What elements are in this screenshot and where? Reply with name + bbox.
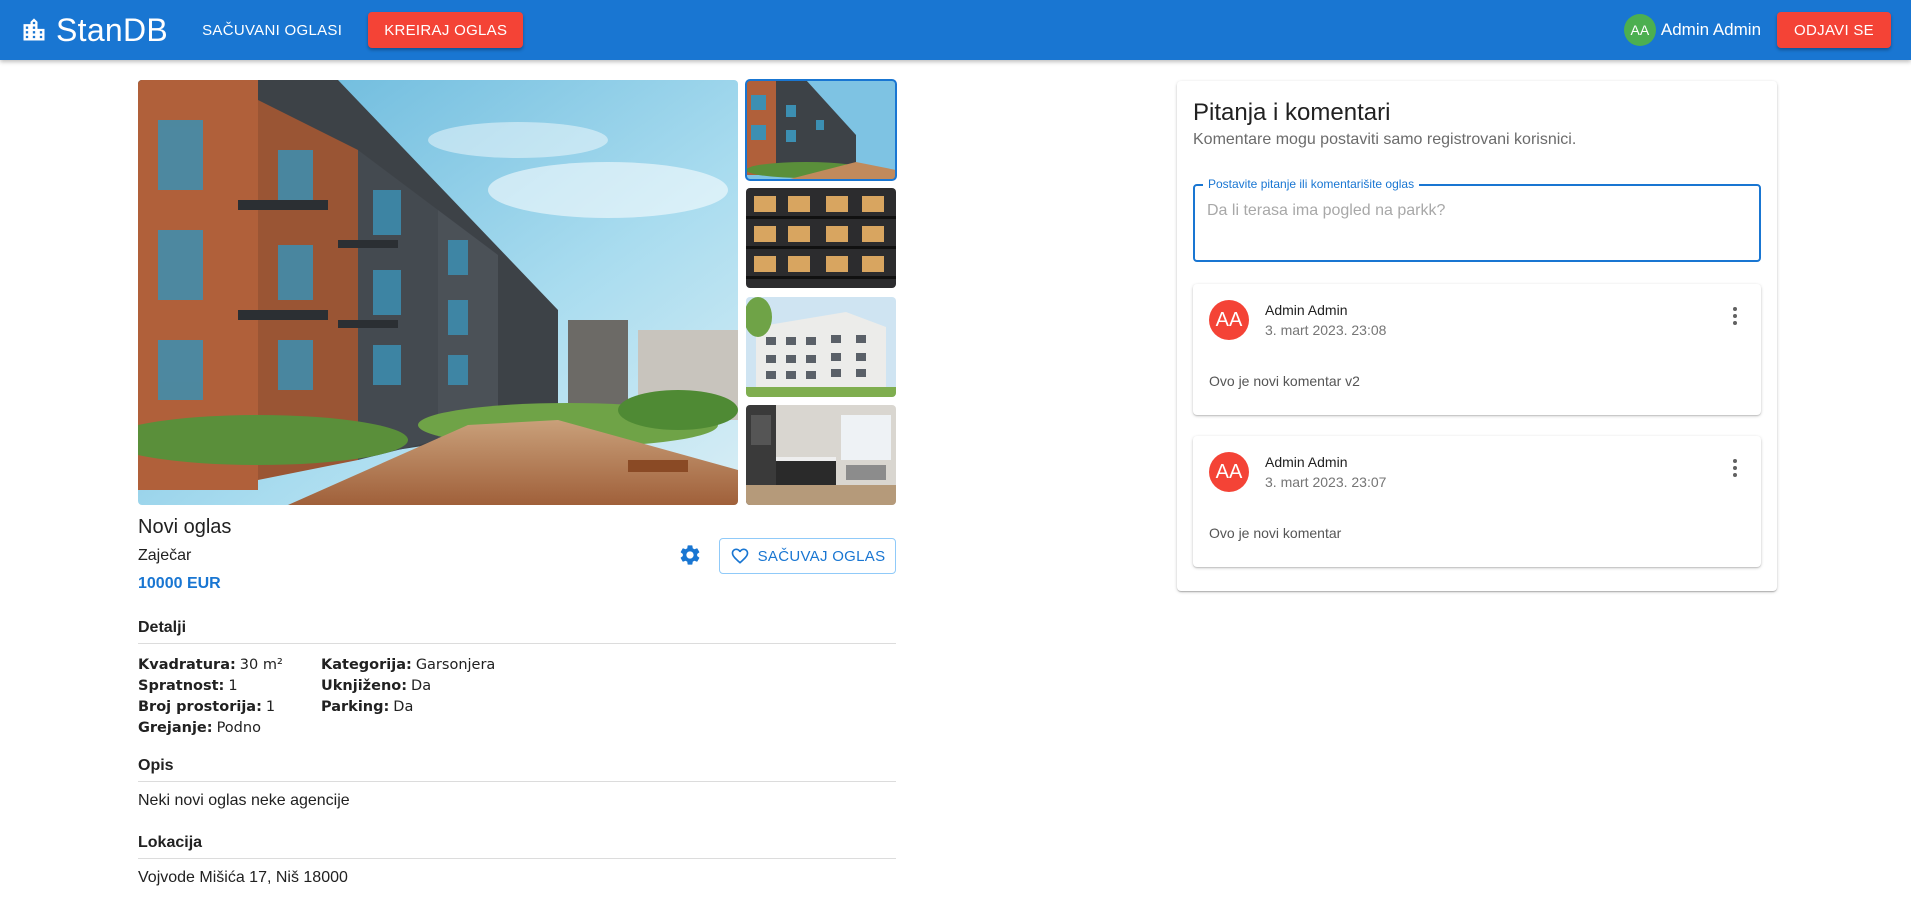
details-heading: Detalji (138, 619, 896, 644)
apartment-building-thumbnail (746, 80, 896, 180)
saved-listings-link[interactable]: SAČUVANI OGLASI (202, 22, 342, 39)
comment-avatar: AA (1209, 452, 1249, 492)
listing-settings-button[interactable] (677, 543, 703, 569)
apartment-building-photo (138, 80, 738, 505)
app-bar: StanDB SAČUVANI OGLASI KREIRAJ OGLAS AA … (0, 0, 1911, 60)
comments-title: Pitanja i komentari (1193, 99, 1391, 126)
comment-date: 3. mart 2023. 23:08 (1265, 322, 1387, 338)
comment-menu-button[interactable] (1723, 456, 1747, 480)
comments-subtitle: Komentare mogu postaviti samo registrova… (1193, 131, 1577, 148)
detail-registered: Uknjiženo: Da (321, 678, 432, 694)
save-listing-button[interactable]: SAČUVAJ OGLAS (719, 538, 896, 574)
details-column-1: Kvadratura: 30 m² Spratnost: 1 Broj prosto… (138, 655, 321, 739)
comment-date: 3. mart 2023. 23:07 (1265, 474, 1387, 490)
create-listing-button[interactable]: KREIRAJ OGLAS (368, 12, 524, 48)
location-heading: Lokacija (138, 834, 896, 859)
save-listing-label: SAČUVAJ OGLAS (757, 547, 886, 565)
thumbnail-4[interactable] (746, 405, 896, 505)
brand-logo[interactable]: StanDB (20, 12, 168, 49)
detail-rooms: Broj prostorija: 1 (138, 699, 276, 715)
user-menu[interactable]: AA Admin Admin (1623, 14, 1762, 46)
thumbnail-1[interactable] (745, 79, 897, 181)
description-heading: Opis (138, 757, 896, 782)
user-avatar: AA (1623, 14, 1656, 46)
thumbnail-3[interactable] (746, 297, 896, 397)
building-icon (23, 18, 45, 41)
listing-title: Novi oglas (138, 516, 232, 538)
dark-facade-thumbnail (746, 188, 896, 288)
heart-outline-icon (731, 548, 748, 564)
detail-floors: Spratnost: 1 (138, 678, 238, 694)
description-text: Neki novi oglas neke agencije (138, 792, 350, 809)
brand-name: StanDB (56, 11, 169, 48)
interior-thumbnail (746, 405, 896, 505)
comment-author: Admin Admin (1265, 454, 1348, 470)
details-grid: Kvadratura: 30 m² Spratnost: 1 Broj prosto… (138, 655, 495, 739)
comment-field-label: Postavite pitanje ili komentarišite ogla… (1203, 177, 1420, 191)
comment-text: Ovo je novi komentar (1209, 525, 1342, 541)
comment-item: AA Admin Admin 3. mart 2023. 23:08 Ovo j… (1193, 284, 1761, 415)
detail-area: Kvadratura: 30 m² (138, 657, 283, 673)
listing-city: Zaječar (138, 547, 192, 564)
comment-field: Postavite pitanje ili komentarišite ogla… (1193, 177, 1761, 262)
details-column-2: Kategorija: Garsonjera Uknjiženo: Da Parki… (321, 655, 495, 739)
comment-text: Ovo je novi komentar v2 (1209, 373, 1360, 389)
more-vertical-icon (1733, 459, 1737, 477)
comment-item: AA Admin Admin 3. mart 2023. 23:07 Ovo j… (1193, 436, 1761, 567)
comment-author: Admin Admin (1265, 302, 1348, 318)
comments-card: Pitanja i komentari Komentare mogu posta… (1177, 81, 1777, 591)
white-building-thumbnail (746, 297, 896, 397)
logout-button[interactable]: ODJAVI SE (1777, 12, 1891, 48)
comment-menu-button[interactable] (1723, 304, 1747, 328)
detail-heating: Grejanje: Podno (138, 720, 261, 736)
comment-input[interactable] (1207, 202, 1747, 220)
detail-category: Kategorija: Garsonjera (321, 657, 496, 673)
more-vertical-icon (1733, 307, 1737, 325)
main-photo[interactable] (138, 80, 738, 505)
detail-parking: Parking: Da (321, 699, 414, 715)
listing-price: 10000 EUR (138, 575, 221, 592)
user-name: Admin Admin (1660, 20, 1762, 39)
location-address: Vojvode Mišića 17, Niš 18000 (138, 869, 348, 886)
gear-icon (680, 545, 700, 565)
comment-avatar: AA (1209, 300, 1249, 340)
thumbnail-2[interactable] (746, 188, 896, 288)
